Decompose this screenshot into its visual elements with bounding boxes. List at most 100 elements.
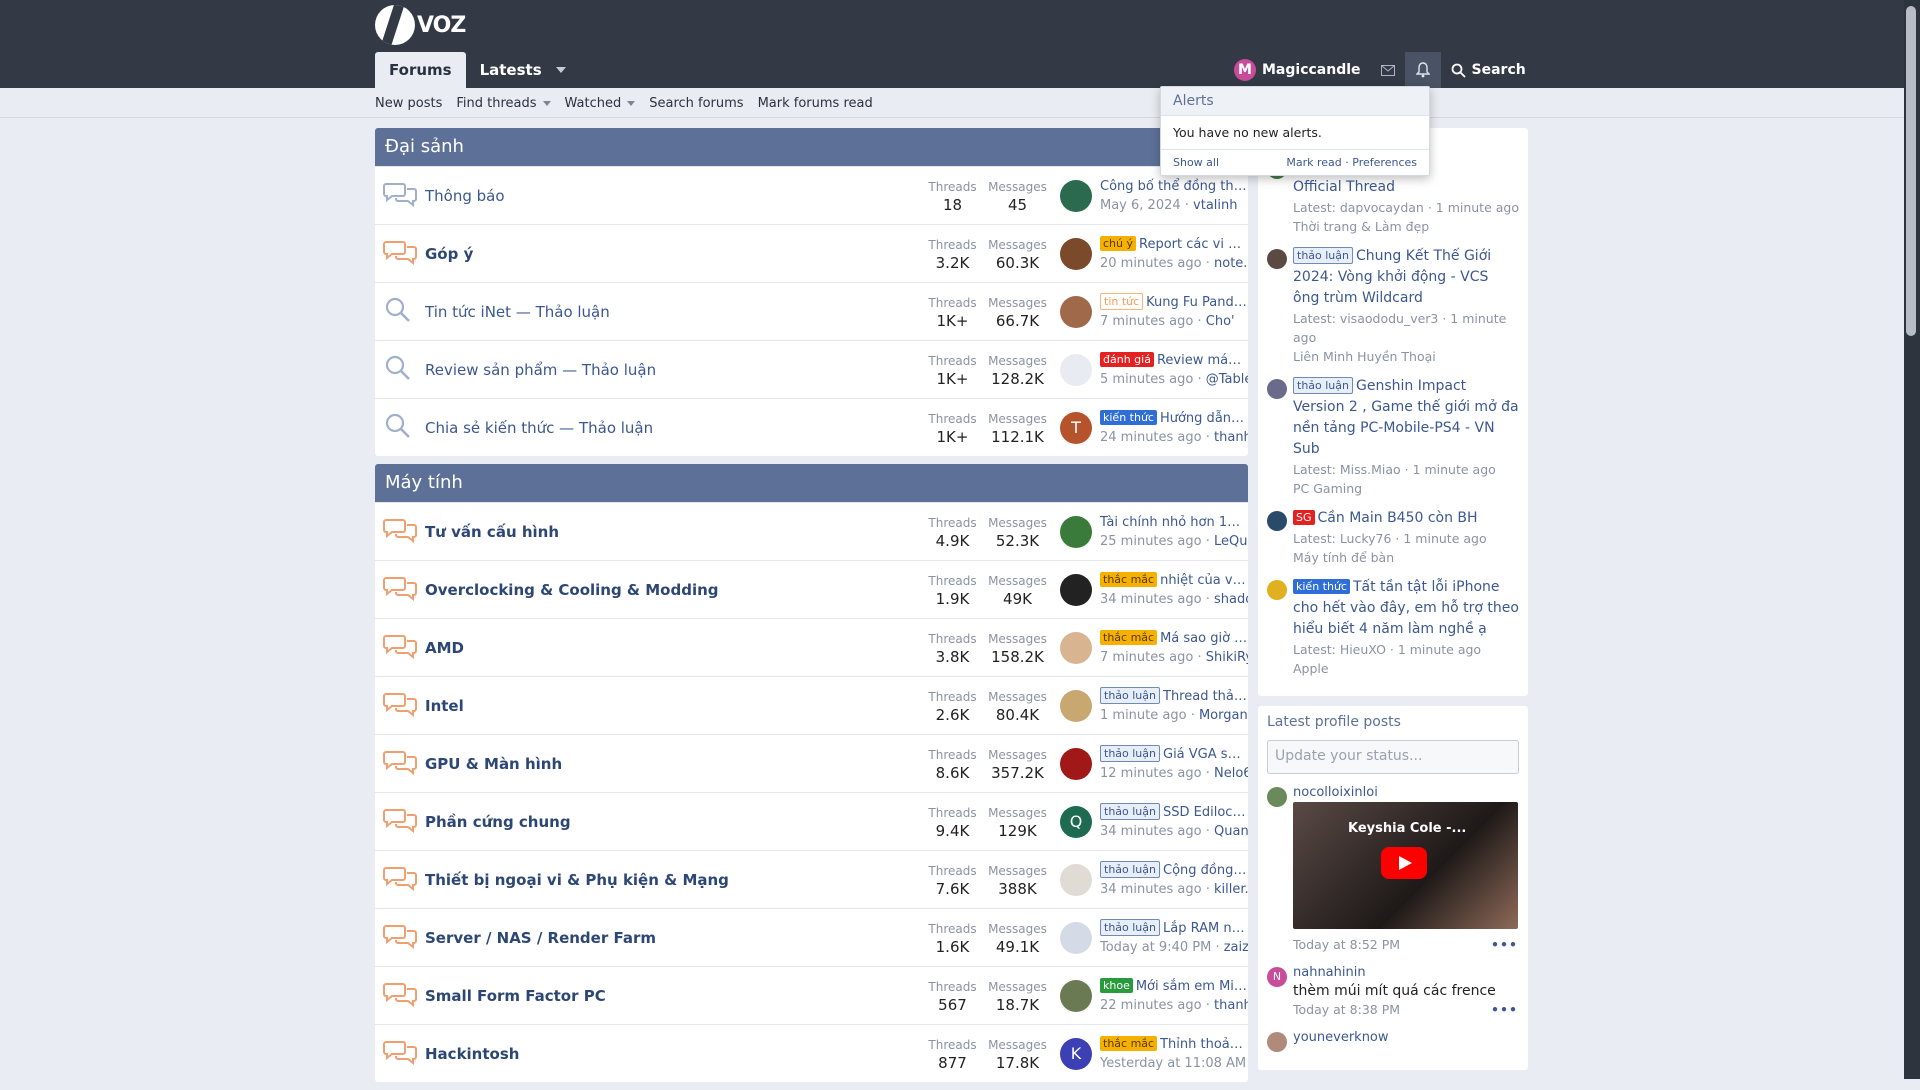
prefix-tag[interactable]: thảo luận xyxy=(1293,247,1353,264)
chevron-down-icon[interactable] xyxy=(627,100,636,106)
status-input[interactable]: Update your status... xyxy=(1267,740,1519,774)
inbox-button[interactable] xyxy=(1371,52,1405,88)
avatar[interactable] xyxy=(1060,631,1092,664)
last-post-user[interactable]: Cho' xyxy=(1206,314,1235,329)
watched-link[interactable]: Watched xyxy=(565,96,636,111)
forum-title-link[interactable]: AMD xyxy=(425,639,920,657)
last-post-user[interactable]: thanhngan xyxy=(1214,998,1248,1013)
play-icon[interactable] xyxy=(1381,847,1427,879)
avatar[interactable] xyxy=(1060,179,1092,212)
last-post-user[interactable]: zaizai_vjp xyxy=(1224,940,1248,955)
prefix-tag[interactable]: thảo luận xyxy=(1100,744,1160,762)
last-thread-link[interactable]: nhiệt của vga cũ b... xyxy=(1160,573,1248,588)
category-title[interactable]: Máy tính xyxy=(375,464,1248,502)
thread-title-link[interactable]: Official Thread xyxy=(1293,179,1395,195)
more-options-icon[interactable]: ••• xyxy=(1491,935,1518,954)
last-thread-link[interactable]: Cộng đồng người d... xyxy=(1163,863,1248,878)
avatar[interactable] xyxy=(1267,379,1287,399)
tab-latests[interactable]: Latests xyxy=(466,52,580,88)
forum-title-link[interactable]: Thiết bị ngoại vi & Phụ kiện & Mạng xyxy=(425,871,920,889)
latest-user[interactable]: Latest: dapvocaydan xyxy=(1293,200,1424,215)
prefix-tag[interactable]: thảo luận xyxy=(1100,860,1160,878)
avatar[interactable] xyxy=(1060,979,1092,1012)
last-post-time[interactable]: 20 minutes ago xyxy=(1100,256,1202,271)
last-post-user[interactable]: @Tableau xyxy=(1206,372,1248,387)
category-title[interactable]: Đại sảnh xyxy=(375,128,1248,166)
last-post-user[interactable]: Morgan le Fay xyxy=(1199,708,1248,723)
prefix-tag[interactable]: thảo luận xyxy=(1100,918,1160,936)
forum-link[interactable]: Máy tính để bàn xyxy=(1293,550,1394,565)
avatar[interactable] xyxy=(1060,747,1092,780)
mark-read-link[interactable]: Mark read xyxy=(1286,156,1341,169)
preferences-link[interactable]: Preferences xyxy=(1352,156,1417,169)
forum-title-link[interactable]: Server / NAS / Render Farm xyxy=(425,929,920,947)
forum-title-link[interactable]: Thông báo xyxy=(425,187,920,205)
prefix-tag[interactable]: kiến thức xyxy=(1100,409,1157,425)
avatar[interactable] xyxy=(1060,921,1092,954)
thread-title-link[interactable]: Cần Main B450 còn BH xyxy=(1318,510,1478,526)
last-post-time[interactable]: 7 minutes ago xyxy=(1100,314,1193,329)
avatar[interactable]: K xyxy=(1060,1037,1092,1070)
alerts-title[interactable]: Alerts xyxy=(1161,87,1429,116)
search-button[interactable]: Search xyxy=(1441,52,1536,88)
latest-time[interactable]: 1 minute ago xyxy=(1398,642,1481,657)
forum-link[interactable]: Liên Minh Huyền Thoại xyxy=(1293,349,1436,364)
post-author[interactable]: youneverknow xyxy=(1293,1029,1389,1047)
last-post-time[interactable]: 12 minutes ago xyxy=(1100,766,1202,781)
latest-time[interactable]: 1 minute ago xyxy=(1403,531,1486,546)
forum-title-link[interactable]: GPU & Màn hình xyxy=(425,755,920,773)
last-post-time[interactable]: Yesterday at 11:08 AM xyxy=(1100,1056,1246,1071)
tab-forums[interactable]: Forums xyxy=(375,52,466,88)
forum-title-link[interactable]: Hackintosh xyxy=(425,1045,920,1063)
prefix-tag[interactable]: thắc mắc xyxy=(1100,1035,1158,1051)
prefix-tag[interactable]: tin tức xyxy=(1100,292,1144,310)
last-post-time[interactable]: 7 minutes ago xyxy=(1100,650,1193,665)
forum-title-link[interactable]: Intel xyxy=(425,697,920,715)
last-thread-link[interactable]: Thread thảo luận v... xyxy=(1163,689,1248,704)
prefix-tag[interactable]: SG xyxy=(1293,510,1315,525)
post-author[interactable]: nahnahinin xyxy=(1293,964,1518,982)
last-post-user[interactable]: thanhdatptit xyxy=(1214,430,1248,445)
forum-link[interactable]: PC Gaming xyxy=(1293,481,1362,496)
avatar[interactable] xyxy=(1267,580,1287,600)
show-all-link[interactable]: Show all xyxy=(1173,156,1219,169)
site-logo[interactable]: VOZ xyxy=(375,5,466,45)
last-thread-link[interactable]: SSD Ediloca giá tốt... xyxy=(1163,805,1248,820)
forum-title-link[interactable]: Small Form Factor PC xyxy=(425,987,920,1005)
latest-user[interactable]: Latest: Lucky76 xyxy=(1293,531,1391,546)
last-post-user[interactable]: killer.bul xyxy=(1214,882,1248,897)
avatar[interactable] xyxy=(1060,237,1092,270)
last-post-time[interactable]: May 6, 2024 xyxy=(1100,198,1181,213)
more-options-icon[interactable]: ••• xyxy=(1491,1000,1518,1019)
last-post-time[interactable]: Today at 9:40 PM xyxy=(1100,940,1211,955)
avatar[interactable] xyxy=(1060,863,1092,896)
last-thread-link[interactable]: Giá VGA sau Merge xyxy=(1163,747,1248,762)
prefix-tag[interactable]: thảo luận xyxy=(1100,686,1160,704)
avatar[interactable] xyxy=(1060,295,1092,328)
post-author[interactable]: nocolloixinloi xyxy=(1293,784,1518,802)
last-thread-link[interactable]: Review máy hút ẩm xyxy=(1157,353,1248,368)
avatar[interactable] xyxy=(1267,511,1287,531)
chevron-down-icon[interactable] xyxy=(542,100,551,106)
avatar[interactable]: Q xyxy=(1060,805,1092,838)
forum-title-link[interactable]: Overclocking & Cooling & Modding xyxy=(425,581,920,599)
prefix-tag[interactable]: chú ý xyxy=(1100,235,1136,251)
last-thread-link[interactable]: Lắp RAM non-Syno... xyxy=(1163,921,1248,936)
last-post-user[interactable]: Nelo6677 xyxy=(1214,766,1248,781)
video-embed[interactable]: Keyshia Cole -... xyxy=(1293,802,1518,929)
forum-title-link[interactable]: Phần cứng chung xyxy=(425,813,920,831)
last-post-time[interactable]: 24 minutes ago xyxy=(1100,430,1202,445)
prefix-tag[interactable]: thảo luận xyxy=(1100,802,1160,820)
latest-time[interactable]: 1 minute ago xyxy=(1413,462,1496,477)
last-post-time[interactable]: 34 minutes ago xyxy=(1100,882,1202,897)
last-post-user[interactable]: ShikiRyougi xyxy=(1206,650,1248,665)
last-thread-link[interactable]: Má sao giờ main A... xyxy=(1160,631,1248,646)
last-thread-link[interactable]: Kung Fu Panda - (17/1... xyxy=(1146,295,1248,310)
profile-posts-heading[interactable]: Latest profile posts xyxy=(1267,714,1519,730)
last-thread-link[interactable]: Hướng dẫn cách tải... xyxy=(1160,411,1248,426)
avatar[interactable] xyxy=(1060,515,1092,548)
forum-title-link[interactable]: Tin tức iNet — Thảo luận xyxy=(425,303,920,321)
avatar[interactable] xyxy=(1060,573,1092,606)
last-post-time[interactable]: 5 minutes ago xyxy=(1100,372,1193,387)
last-thread-link[interactable]: Thỉnh thoảng khôn... xyxy=(1160,1037,1248,1052)
